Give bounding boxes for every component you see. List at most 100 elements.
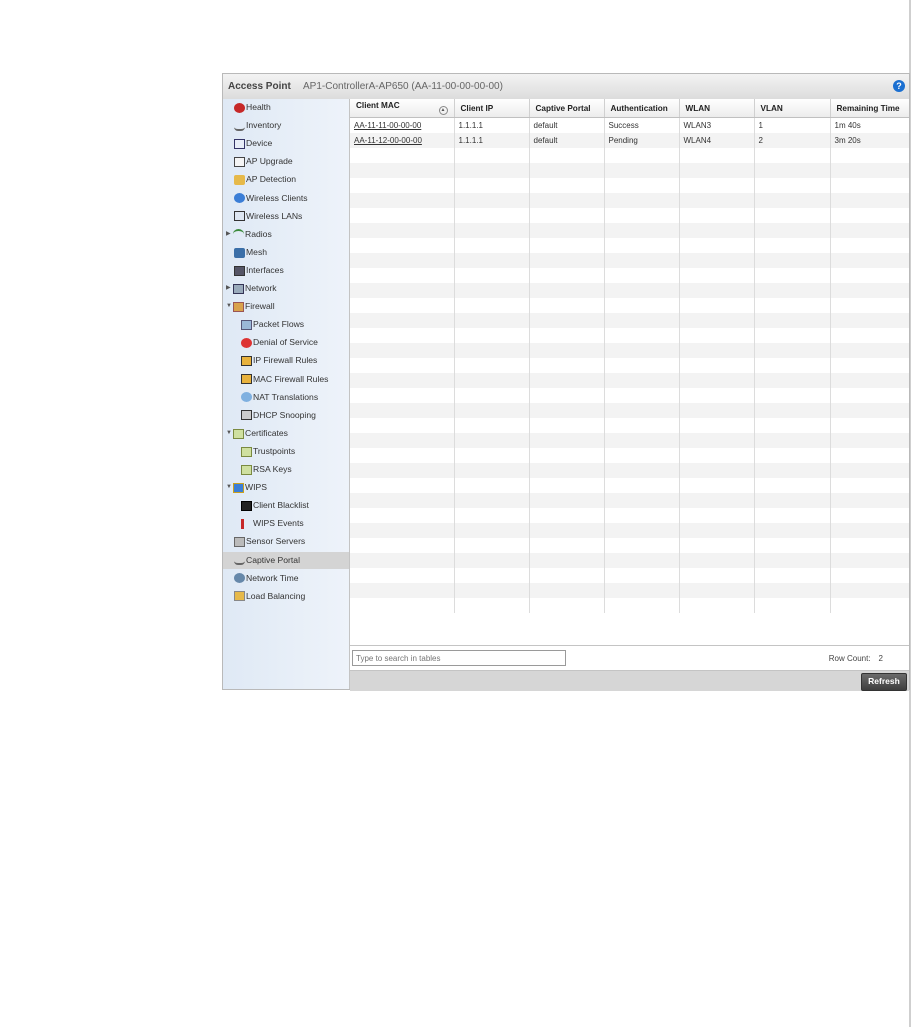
- sidebar-item-inventory[interactable]: Inventory: [223, 117, 349, 134]
- sidebar-navigation: Health Inventory Device AP Upgrade AP Detect…: [223, 99, 350, 689]
- table-cell-client-mac: [350, 523, 455, 538]
- sidebar-item-certificates[interactable]: ▼ Certificates: [223, 425, 349, 442]
- sidebar-item-packet-flows[interactable]: Packet Flows: [223, 316, 349, 333]
- sidebar-item-wireless-clients[interactable]: Wireless Clients: [223, 190, 349, 207]
- table-cell-client-mac: [350, 328, 455, 343]
- table-cell-captive-portal: [529, 478, 605, 493]
- table-cell-client-mac: [350, 178, 455, 193]
- table-cell-client-mac: [350, 538, 455, 553]
- table-cell-authentication: [604, 163, 680, 178]
- table-cell-vlan: [754, 283, 831, 298]
- table-cell-captive-portal: [529, 598, 605, 613]
- column-header-authentication[interactable]: Authentication: [604, 99, 680, 118]
- table-cell-client-ip: [454, 178, 530, 193]
- table-cell-captive-portal: [529, 403, 605, 418]
- sidebar-item-captive-portal[interactable]: Captive Portal: [223, 551, 349, 569]
- column-header-vlan[interactable]: VLAN: [754, 99, 831, 118]
- table-cell-remaining-time: 3m 20s: [830, 133, 909, 148]
- table-cell-captive-portal: [529, 508, 605, 523]
- table-cell-authentication: Success: [604, 117, 680, 133]
- table-cell-client-mac: [350, 598, 455, 613]
- expand-arrow-icon[interactable]: ▼: [226, 298, 233, 315]
- table-cell-captive-portal: [529, 148, 605, 163]
- table-cell-authentication: [604, 478, 680, 493]
- sidebar-item-wips-events[interactable]: WIPS Events: [223, 515, 349, 532]
- sidebar-item-dhcp-snooping[interactable]: DHCP Snooping: [223, 407, 349, 424]
- table-row-empty: [350, 208, 909, 223]
- table-row[interactable]: AA-11-12-00-00-00 1.1.1.1 default Pending WL…: [350, 133, 909, 148]
- table-cell-remaining-time: [830, 313, 909, 328]
- table-cell-captive-portal: [529, 283, 605, 298]
- collapse-arrow-icon[interactable]: ▶: [226, 280, 233, 297]
- device-icon: [234, 138, 245, 149]
- sidebar-item-sensor-servers[interactable]: Sensor Servers: [223, 533, 349, 550]
- sidebar-item-rsa-keys[interactable]: RSA Keys: [223, 461, 349, 478]
- table-cell-client-mac[interactable]: AA-11-12-00-00-00: [350, 133, 455, 148]
- table-cell-client-ip: [454, 268, 530, 283]
- sidebar-item-client-blacklist[interactable]: Client Blacklist: [223, 497, 349, 514]
- table-body: AA-11-11-00-00-00 1.1.1.1 default Success WL…: [350, 117, 909, 613]
- sidebar-item-mesh[interactable]: Mesh: [223, 244, 349, 261]
- sidebar-item-nat-translations[interactable]: NAT Translations: [223, 389, 349, 406]
- sidebar-item-radios[interactable]: ▶ Radios: [223, 226, 349, 243]
- table-cell-client-ip: [454, 598, 530, 613]
- table-cell-captive-portal: [529, 328, 605, 343]
- sidebar-item-wireless-lans[interactable]: Wireless LANs: [223, 208, 349, 225]
- nat-translations-icon: [241, 392, 252, 403]
- table-cell-client-ip: [454, 208, 530, 223]
- table-cell-wlan: [679, 163, 755, 178]
- column-header-wlan[interactable]: WLAN: [679, 99, 755, 118]
- sidebar-item-health[interactable]: Health: [223, 99, 349, 116]
- expand-arrow-icon[interactable]: ▼: [226, 479, 233, 496]
- sort-icon[interactable]: ▲: [438, 106, 448, 115]
- expand-arrow-icon[interactable]: ▼: [226, 425, 233, 442]
- sidebar-item-ap-upgrade[interactable]: AP Upgrade: [223, 153, 349, 170]
- sidebar-item-network-time[interactable]: Network Time: [223, 570, 349, 587]
- table-cell-captive-portal: [529, 193, 605, 208]
- table-cell-wlan: [679, 223, 755, 238]
- table-cell-remaining-time: [830, 208, 909, 223]
- refresh-button[interactable]: Refresh: [861, 673, 907, 691]
- column-header-client-mac[interactable]: ▲ Client MAC: [350, 99, 455, 118]
- sidebar-item-denial-of-service[interactable]: Denial of Service: [223, 334, 349, 351]
- table-cell-authentication: [604, 148, 680, 163]
- table-cell-client-mac[interactable]: AA-11-11-00-00-00: [350, 117, 455, 133]
- table-row[interactable]: AA-11-11-00-00-00 1.1.1.1 default Success WL…: [350, 117, 909, 133]
- sidebar-item-label: MAC Firewall Rules: [253, 373, 329, 384]
- table-cell-remaining-time: [830, 403, 909, 418]
- collapse-arrow-icon[interactable]: ▶: [226, 226, 233, 243]
- table-cell-captive-portal: [529, 418, 605, 433]
- sidebar-item-interfaces[interactable]: Interfaces: [223, 262, 349, 279]
- sidebar-item-firewall[interactable]: ▼ Firewall: [223, 298, 349, 315]
- table-cell-remaining-time: [830, 433, 909, 448]
- sidebar-item-label: WIPS: [245, 482, 267, 493]
- table-search-input[interactable]: [352, 650, 566, 666]
- help-icon[interactable]: ?: [893, 80, 905, 92]
- sidebar-item-mac-firewall-rules[interactable]: MAC Firewall Rules: [223, 371, 349, 388]
- table-cell-wlan: [679, 403, 755, 418]
- sidebar-item-ap-detection[interactable]: AP Detection: [223, 171, 349, 188]
- wips-icon: [233, 482, 244, 493]
- column-header-client-ip[interactable]: Client IP: [454, 99, 530, 118]
- captive-portal-icon: [234, 555, 245, 566]
- table-cell-authentication: [604, 433, 680, 448]
- table-cell-captive-portal: [529, 253, 605, 268]
- sidebar-item-trustpoints[interactable]: Trustpoints: [223, 443, 349, 460]
- table-cell-authentication: [604, 358, 680, 373]
- column-header-remaining-time[interactable]: Remaining Time: [830, 99, 909, 118]
- sidebar-item-load-balancing[interactable]: Load Balancing: [223, 588, 349, 605]
- table-cell-client-ip: [454, 433, 530, 448]
- sidebar-item-network[interactable]: ▶ Network: [223, 280, 349, 297]
- table-cell-client-ip: [454, 283, 530, 298]
- sidebar-item-wips[interactable]: ▼ WIPS: [223, 479, 349, 496]
- sidebar-item-label: Device: [246, 138, 273, 149]
- sidebar-item-ip-firewall-rules[interactable]: IP Firewall Rules: [223, 352, 349, 369]
- table-row-empty: [350, 463, 909, 478]
- sidebar-item-device[interactable]: Device: [223, 135, 349, 152]
- table-cell-client-mac: [350, 268, 455, 283]
- sidebar-item-label: Wireless Clients: [246, 192, 308, 203]
- table-cell-vlan: [754, 208, 831, 223]
- table-cell-authentication: [604, 208, 680, 223]
- sidebar-item-label: Certificates: [245, 428, 288, 439]
- column-header-captive-portal[interactable]: Captive Portal: [529, 99, 605, 118]
